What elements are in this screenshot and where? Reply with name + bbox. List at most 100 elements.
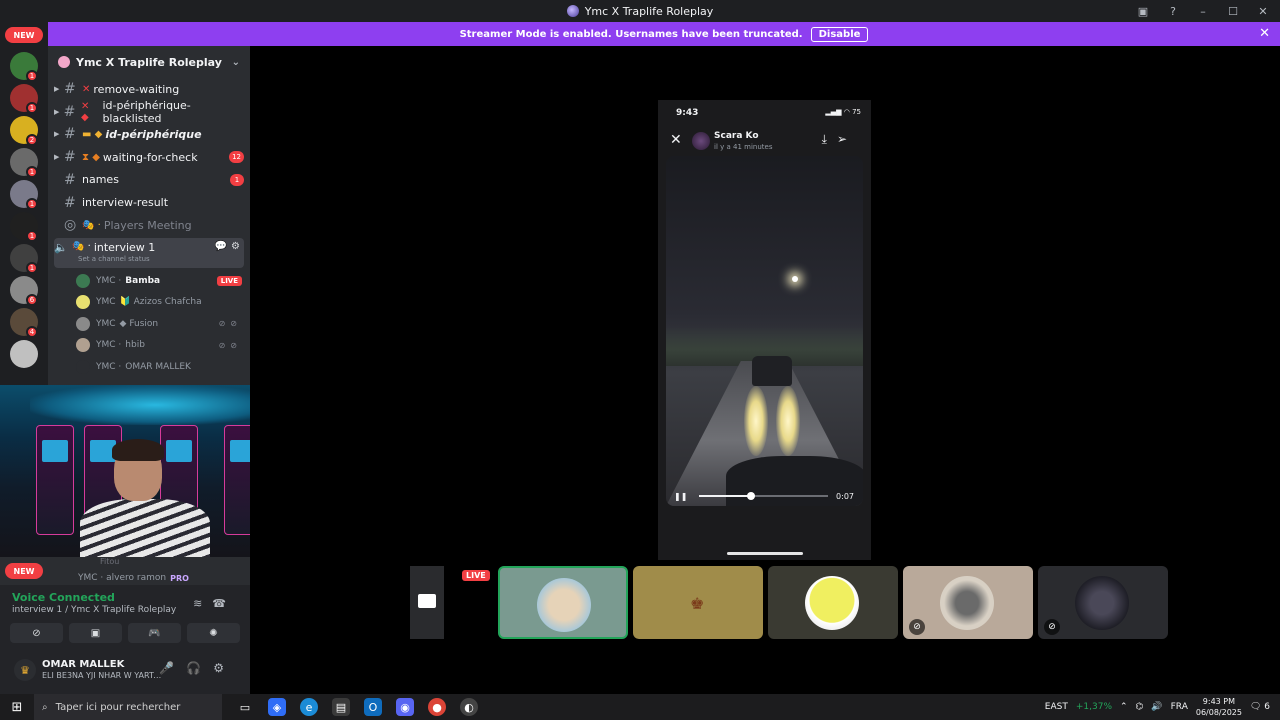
close-banner-icon[interactable]: ✕ — [1259, 26, 1270, 41]
live-badge: LIVE — [216, 276, 242, 286]
user-name: ◆ Fusion — [119, 318, 159, 329]
user-panel: ♛ OMAR MALLEK ELI BE3NA YJI NHAR W YARTA… — [0, 651, 250, 694]
voice-mute-icon: 🔈 — [54, 241, 68, 254]
taskbar-apps: ▭ ◈ e ▤ O ◉ ● ◐ — [236, 698, 478, 716]
task-view-icon[interactable]: ▭ — [236, 698, 254, 716]
edge-icon[interactable]: e — [300, 698, 318, 716]
gear-icon[interactable]: ⚙ — [213, 661, 236, 675]
participant-tile[interactable]: ♚ — [633, 566, 763, 639]
tray-expand-icon[interactable]: ⌃ — [1120, 702, 1128, 712]
volume-icon[interactable]: 🔊 — [1151, 702, 1162, 712]
participant-tile[interactable] — [768, 566, 898, 639]
copilot-icon[interactable]: ◈ — [268, 698, 286, 716]
obs-icon[interactable]: ◐ — [460, 698, 478, 716]
text-channel[interactable]: # names 1 — [54, 169, 244, 191]
windows-start-icon[interactable]: ⊞ — [0, 700, 34, 715]
street-lamp — [792, 276, 798, 282]
phone-status-icons: ▂▄▆ ◠ 75 — [825, 108, 861, 116]
server-unread-badge: 1 — [26, 198, 38, 210]
server-unread-badge: 1 — [26, 166, 38, 178]
server-unread-badge: 1 — [26, 102, 38, 114]
text-channel[interactable]: ▶ # ✕ ◆ id-périphérique-blacklisted — [54, 98, 244, 125]
sidebar-below-cam: NEW Fitou YMC · alvero ramon PRO — [0, 557, 250, 585]
text-channel[interactable]: # interview-result — [54, 192, 244, 214]
notifications-icon[interactable]: 🗨 6 — [1250, 702, 1270, 712]
channel-name: id-périphérique-blacklisted — [102, 98, 191, 125]
voice-status: Voice Connected — [12, 591, 115, 604]
share-screen-button[interactable]: ▣ — [69, 623, 122, 643]
server-icon[interactable] — [10, 340, 38, 368]
participant-tile[interactable]: ⊘ — [903, 566, 1033, 639]
text-channel[interactable]: ▶ # ⧗ ◆ waiting-for-check 12 — [54, 146, 244, 168]
video-progress-fill — [699, 495, 751, 497]
video-progress-track — [699, 492, 829, 500]
pause-icon: ❚❚ — [674, 491, 688, 501]
voice-channel-active[interactable]: 🔈 🎭 · interview 1 💬⚙ Set a channel statu… — [54, 238, 244, 268]
voice-user[interactable]: YMC · Bamba LIVE — [76, 271, 242, 291]
live-badge: LIVE — [462, 570, 490, 581]
user-prefix: YMC — [96, 297, 116, 308]
noise-suppression-icon[interactable]: ≋ — [193, 597, 212, 610]
guild-header[interactable]: Ymc X Traplife Roleplay ⌄ — [48, 46, 250, 78]
car — [752, 356, 792, 386]
user-prefix: YMC · — [96, 361, 122, 372]
file-explorer-icon[interactable]: ▤ — [332, 698, 350, 716]
text-channel[interactable]: ▶ # ▬ ◆ id-périphérique — [54, 123, 244, 145]
monitor-icon — [418, 594, 436, 608]
user-name: OMAR MALLEK — [42, 659, 125, 670]
voice-channel-prefix: 🎭 · — [72, 241, 91, 252]
network-icon[interactable]: ⌬ — [1136, 702, 1144, 712]
participant-tile[interactable] — [498, 566, 628, 639]
disable-streamer-mode-button[interactable]: Disable — [810, 26, 869, 42]
screen-share-tile[interactable] — [410, 566, 444, 639]
ceiling-light — [30, 385, 280, 425]
microphone-icon[interactable]: 🎤 — [159, 661, 186, 675]
channel-name: remove-waiting — [93, 82, 180, 96]
server-unread-badge: 2 — [26, 134, 38, 146]
discord-icon[interactable]: ◉ — [396, 698, 414, 716]
user-prefix: YMC · — [96, 276, 122, 286]
inbox-icon[interactable]: ▣ — [1136, 5, 1150, 18]
camera-off-button[interactable]: ⊘ — [10, 623, 63, 643]
voice-channel[interactable]: ◎ 🎭 · Players Meeting — [54, 214, 244, 236]
download-icon: ⤓ — [821, 132, 837, 146]
outlook-icon[interactable]: O — [364, 698, 382, 716]
minimize-button[interactable]: – — [1196, 5, 1210, 18]
new-badge-bottom: NEW — [5, 563, 43, 579]
new-badge: NEW — [5, 27, 43, 43]
chrome-icon[interactable]: ● — [428, 698, 446, 716]
notification-count: 6 — [1264, 702, 1270, 712]
story-time-ago: il y a 41 minutes — [714, 143, 773, 151]
headphones-icon[interactable]: 🎧 — [186, 661, 213, 675]
channel-status-hint[interactable]: Set a channel status — [78, 255, 150, 263]
language-indicator[interactable]: FRA — [1171, 702, 1188, 712]
stock-index-name[interactable]: EAST — [1045, 702, 1068, 712]
disconnect-icon[interactable]: ☎ — [212, 597, 236, 610]
banner-message: Streamer Mode is enabled. Usernames have… — [459, 28, 803, 40]
taskbar-search[interactable]: ⌕ Taper ici pour rechercher — [34, 694, 222, 720]
clock-time: 9:43 PM — [1202, 697, 1236, 706]
close-window-button[interactable]: ✕ — [1256, 5, 1270, 18]
chevron-down-icon[interactable]: ⌄ — [232, 57, 240, 68]
send-icon: ➢ — [836, 132, 857, 146]
voice-connected-panel: Voice Connected interview 1 / Ymc X Trap… — [0, 585, 250, 651]
text-channel[interactable]: ▶ # ✕ remove-waiting — [54, 78, 244, 100]
activities-button[interactable]: 🎮 — [128, 623, 181, 643]
voice-user[interactable]: YMC ◆ Fusion ⊘⊘ — [76, 314, 242, 334]
avatar[interactable]: ♛ — [14, 659, 36, 681]
voice-user-alvero[interactable]: YMC · alvero ramon PRO — [78, 573, 189, 583]
maximize-button[interactable]: ☐ — [1226, 5, 1240, 18]
voice-location[interactable]: interview 1 / Ymc X Traplife Roleplay — [12, 605, 176, 615]
soundboard-button[interactable]: ✺ — [187, 623, 240, 643]
voice-user[interactable]: YMC · OMAR MALLEK — [76, 357, 242, 377]
participant-avatar — [1075, 576, 1129, 630]
voice-user[interactable]: YMC 🔰 Azizos Chafcha — [76, 292, 242, 312]
help-icon[interactable]: ? — [1166, 5, 1180, 18]
voice-user[interactable]: YMC · hbib ⊘⊘ — [76, 335, 242, 355]
voice-action-buttons: ⊘ ▣ 🎮 ✺ — [10, 623, 240, 643]
participant-tile[interactable]: ⊘ — [1038, 566, 1168, 639]
taskbar-clock[interactable]: 9:43 PM 06/08/2025 — [1196, 696, 1242, 718]
hash-icon: # — [64, 126, 76, 143]
voice-channel-actions[interactable]: 💬⚙ — [215, 241, 244, 252]
stream-phone-screen[interactable]: 9:43 ▂▄▆ ◠ 75 ✕ Scara Ko il y a 41 minut… — [658, 100, 871, 560]
